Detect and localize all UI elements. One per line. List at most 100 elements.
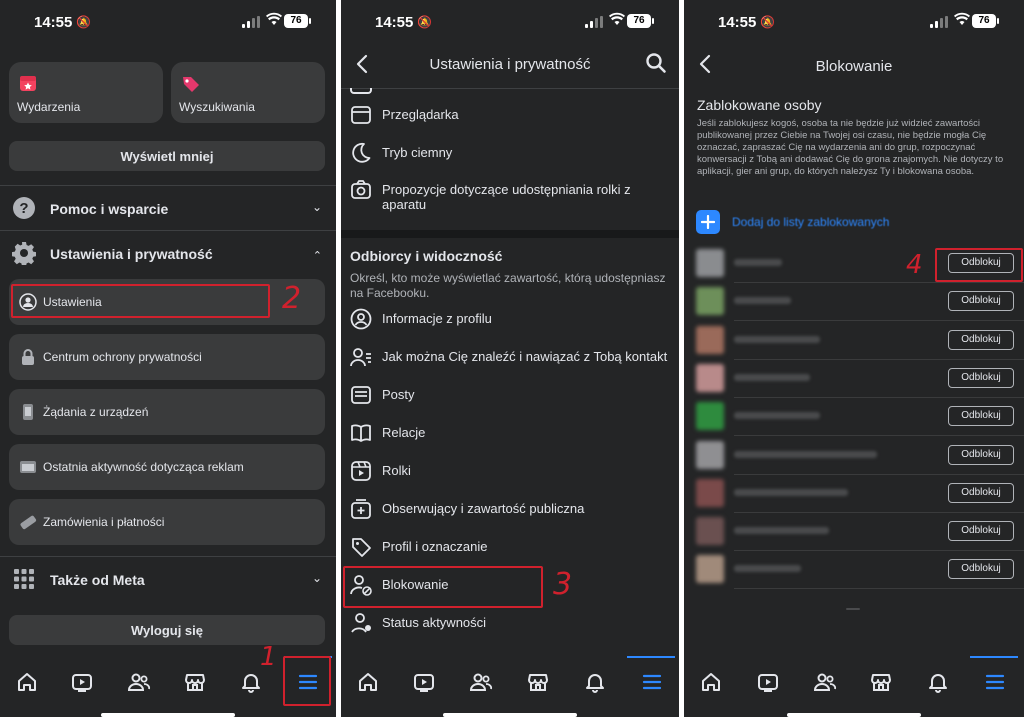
annotation-highlight-settings (11, 284, 270, 318)
video-icon[interactable] (753, 667, 783, 697)
item-label: Rolki (382, 463, 411, 478)
divider (0, 556, 336, 557)
item-profile-info[interactable]: Informacje z profilu (350, 305, 669, 335)
item-browser[interactable]: Przeglądarka (350, 101, 669, 131)
battery-icon: 76 (972, 14, 999, 28)
sub-item-device-requests[interactable]: Żądania z urządzeń (9, 389, 325, 435)
svg-text:?: ? (19, 200, 28, 217)
annotation-highlight-menu (283, 656, 331, 706)
chevron-down-icon: ⌄ (311, 200, 322, 214)
avatar (696, 478, 724, 507)
section-divider (341, 230, 679, 238)
chevron-up-icon: ⌃ (312, 250, 322, 262)
sub-item-privacy-center[interactable]: Centrum ochrony prywatności (9, 334, 325, 380)
item-followers[interactable]: Obserwujący i zawartość publiczna (350, 495, 669, 525)
home-icon[interactable] (12, 667, 42, 697)
reels-icon (350, 460, 372, 482)
item-label: Informacje z profilu (382, 311, 492, 326)
video-icon[interactable] (409, 667, 439, 697)
gear-icon (12, 241, 36, 265)
avatar (696, 249, 724, 277)
phone-settings-screen: 14:55 🔕 76 Ustawienia i prywatność Przeg… (341, 0, 679, 717)
wifi-icon (954, 12, 970, 26)
silent-bell-icon: 🔕 (417, 15, 432, 29)
tile-events[interactable]: Wydarzenia (9, 62, 163, 123)
silent-bell-icon: 🔕 (76, 15, 91, 29)
sub-item-ad-activity[interactable]: Ostatnia aktywność dotycząca reklam (9, 444, 325, 490)
divider (341, 88, 679, 89)
avatar (696, 402, 724, 431)
friends-icon[interactable] (124, 667, 154, 697)
marketplace-icon[interactable] (866, 667, 896, 697)
browser-icon (350, 104, 372, 126)
home-icon[interactable] (696, 667, 726, 697)
home-icon[interactable] (353, 667, 383, 697)
ad-activity-icon (19, 458, 37, 476)
calendar-icon (19, 74, 37, 92)
item-reels[interactable]: Rolki (350, 457, 669, 487)
item-activity-status[interactable]: Status aktywności (350, 609, 669, 639)
search-icon[interactable] (645, 52, 667, 74)
annotation-highlight-unblock (935, 248, 1023, 282)
settings-privacy-row[interactable]: Ustawienia i prywatność ⌃ (0, 235, 336, 273)
item-dark-mode[interactable]: Tryb ciemny (350, 139, 669, 169)
sub-item-orders-payments[interactable]: Zamówienia i płatności (9, 499, 325, 545)
tile-searches-label: Wyszukiwania (179, 100, 255, 114)
unblock-button[interactable]: Odblokuj (948, 559, 1014, 580)
item-posts[interactable]: Posty (350, 381, 669, 411)
unblock-button[interactable]: Odblokuj (948, 329, 1014, 350)
row-separator (734, 588, 1024, 590)
marketplace-icon[interactable] (523, 667, 553, 697)
item-label: Przeglądarka (382, 107, 459, 122)
sub-item-label: Zamówienia i płatności (43, 515, 165, 529)
posts-icon (350, 384, 372, 406)
settings-privacy-label: Ustawienia i prywatność (50, 246, 213, 262)
wifi-icon (609, 12, 625, 26)
avatar (696, 517, 724, 546)
item-camera-roll[interactable]: Propozycje dotyczące udostępniania rolki… (350, 176, 669, 212)
section-title: Zablokowane osoby (697, 97, 822, 113)
friends-icon[interactable] (810, 667, 840, 697)
tag-icon (350, 536, 372, 558)
unblock-button[interactable]: Odblokuj (948, 291, 1014, 312)
add-to-blocked-list-button[interactable]: Dodaj do listy zablokowanych (696, 208, 1014, 236)
avatar (696, 363, 724, 392)
video-icon[interactable] (67, 667, 97, 697)
item-find-contact[interactable]: Jak można Cię znaleźć i nawiązać z Tobą … (350, 343, 669, 373)
item-label: Profil i oznaczanie (382, 539, 488, 554)
friends-icon[interactable] (466, 667, 496, 697)
item-label: Tryb ciemny (382, 145, 453, 160)
price-tag-icon (181, 74, 201, 94)
item-label: Jak można Cię znaleźć i nawiązać z Tobą … (382, 349, 668, 364)
show-less-button[interactable]: Wyświetl mniej (9, 141, 325, 171)
unblock-button[interactable]: Odblokuj (948, 444, 1014, 465)
header: Ustawienia i prywatność (341, 40, 679, 88)
unblock-button[interactable]: Odblokuj (948, 406, 1014, 427)
blocked-person-row: Odblokuj (694, 437, 1024, 475)
unblock-button[interactable]: Odblokuj (948, 482, 1014, 503)
home-indicator (443, 713, 577, 717)
header: Blokowanie (684, 40, 1024, 88)
also-from-meta-row[interactable]: Także od Meta ⌄ (0, 560, 336, 598)
blocked-person-row: Odblokuj (694, 322, 1024, 360)
tile-searches[interactable]: Wyszukiwania (171, 62, 325, 123)
unblock-button[interactable]: Odblokuj (948, 521, 1014, 542)
help-support-row[interactable]: ? Pomoc i wsparcie ⌄ (0, 190, 336, 228)
tile-events-label: Wydarzenia (17, 100, 81, 114)
item-stories[interactable]: Relacje (350, 419, 669, 449)
add-to-blocked-list-label: Dodaj do listy zablokowanych (732, 215, 890, 229)
notifications-bell-icon[interactable] (923, 667, 953, 697)
notifications-bell-icon[interactable] (580, 667, 610, 697)
logout-button[interactable]: Wyloguj się (9, 615, 325, 645)
partial-icon (350, 88, 372, 94)
annotation-step-1: 1 (260, 642, 277, 672)
item-label: Status aktywności (382, 615, 487, 630)
menu-icon[interactable] (637, 667, 667, 697)
unblock-button[interactable]: Odblokuj (948, 367, 1014, 388)
section-description: Określ, kto może wyświetlać zawartość, k… (350, 271, 666, 300)
item-profile-tagging[interactable]: Profil i oznaczanie (350, 533, 669, 563)
followers-icon (350, 498, 372, 520)
marketplace-icon[interactable] (180, 667, 210, 697)
help-question-icon: ? (12, 196, 36, 220)
menu-icon[interactable] (980, 667, 1010, 697)
